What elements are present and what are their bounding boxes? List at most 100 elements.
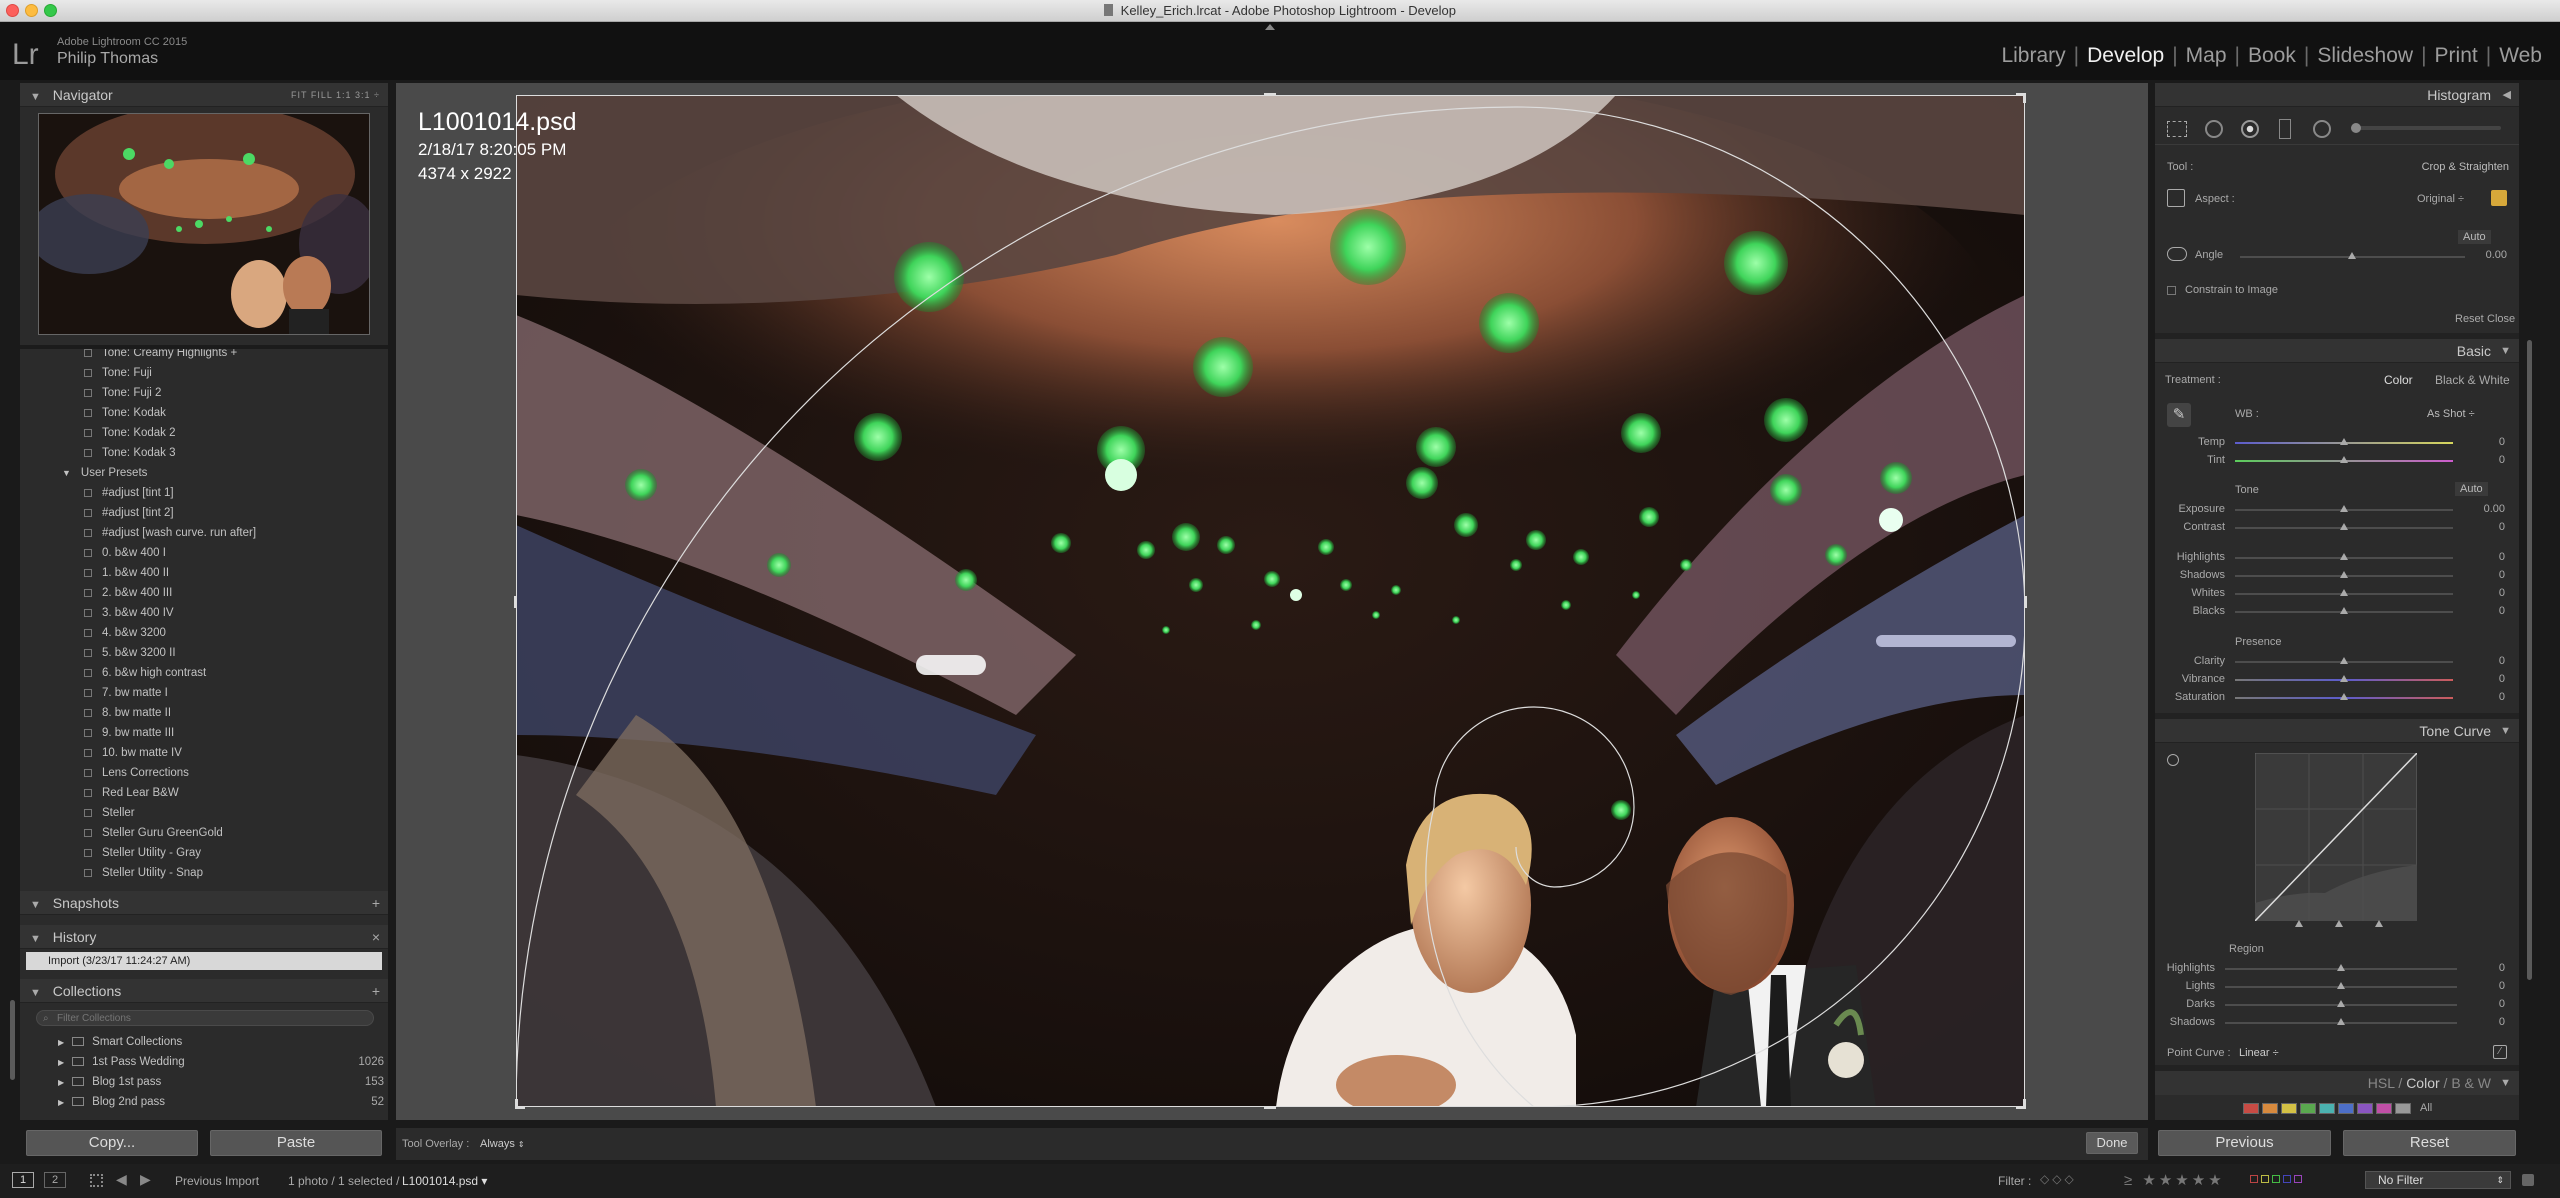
slider-knob[interactable] <box>2337 964 2345 971</box>
crop-aspect-icon[interactable] <box>2167 189 2185 207</box>
preset-item[interactable]: Tone: Fuji <box>84 363 152 383</box>
minimize-window-button[interactable] <box>25 4 38 17</box>
curve-lights-value[interactable]: 0 <box>2481 980 2505 992</box>
curve-split-handle[interactable] <box>2295 920 2303 927</box>
red-eye-icon[interactable] <box>2241 120 2259 138</box>
bw-tab[interactable]: B & W <box>2451 1075 2491 1091</box>
slider-knob[interactable] <box>2337 1018 2345 1025</box>
hsl-header[interactable]: HSL / Color / B & W ▼ <box>2155 1071 2519 1095</box>
preset-item[interactable]: Steller Utility - Snap <box>84 863 203 883</box>
close-window-button[interactable] <box>6 4 19 17</box>
module-print[interactable]: Print <box>2427 44 2486 68</box>
collection-item[interactable]: ▶ Blog 2nd pass 52 <box>58 1092 384 1112</box>
add-snapshot-button[interactable]: + <box>372 891 380 915</box>
slider-knob[interactable] <box>2340 505 2348 512</box>
crop-handle-bottom[interactable] <box>1264 1106 1276 1109</box>
highlights-value[interactable]: 0 <box>2481 551 2505 563</box>
aspect-lock-icon[interactable] <box>2491 190 2507 206</box>
crop-handle-top[interactable] <box>1264 93 1276 96</box>
done-button[interactable]: Done <box>2086 1132 2138 1154</box>
page-1-button[interactable]: 1 <box>12 1172 34 1188</box>
collection-item[interactable]: ▶ Smart Collections <box>58 1032 384 1052</box>
history-item[interactable]: Import (3/23/17 11:24:27 AM) <box>26 952 382 970</box>
slider-knob[interactable] <box>2340 589 2348 596</box>
preset-item[interactable]: #adjust [tint 2] <box>84 503 174 523</box>
preset-item[interactable]: 1. b&w 400 II <box>84 563 169 583</box>
previous-button[interactable]: Previous <box>2158 1130 2331 1156</box>
curve-highlights-value[interactable]: 0 <box>2481 962 2505 974</box>
slider-knob[interactable] <box>2348 252 2356 259</box>
crop-close-button[interactable]: Close <box>2487 313 2515 325</box>
treatment-color[interactable]: Color <box>2384 373 2413 387</box>
edit-point-curve-icon[interactable]: ⁄ <box>2493 1045 2507 1059</box>
straighten-icon[interactable] <box>2167 247 2187 261</box>
preset-item[interactable]: 7. bw matte I <box>84 683 168 703</box>
swatch-green[interactable] <box>2300 1103 2316 1114</box>
tool-overlay-select[interactable]: Always ⇕ <box>480 1138 525 1150</box>
collections-filter[interactable]: ⌕ <box>36 1010 374 1026</box>
slider-knob[interactable] <box>2337 982 2345 989</box>
white-balance-picker-icon[interactable]: ✎ <box>2167 403 2191 427</box>
filter-lock-icon[interactable] <box>2522 1174 2534 1186</box>
history-header[interactable]: ▼ History × <box>20 925 388 949</box>
preset-item[interactable]: Steller Guru GreenGold <box>84 823 223 843</box>
crop-handle-top-right[interactable] <box>2016 93 2026 103</box>
back-arrow-icon[interactable]: ◀ <box>116 1171 127 1188</box>
slider-knob[interactable] <box>2340 553 2348 560</box>
constrain-checkbox[interactable] <box>2167 286 2176 295</box>
curve-highlights-slider[interactable] <box>2225 964 2457 971</box>
preset-item[interactable]: Steller Utility - Gray <box>84 843 201 863</box>
rating-filter-stars[interactable]: ≥ ★★★★★ <box>2124 1171 2225 1189</box>
slider-knob[interactable] <box>2340 607 2348 614</box>
left-panel-scrollbar[interactable] <box>10 1000 15 1080</box>
reset-button[interactable]: Reset <box>2343 1130 2516 1156</box>
shadows-slider[interactable] <box>2235 571 2453 578</box>
contrast-value[interactable]: 0 <box>2481 521 2505 533</box>
target-adjustment-icon[interactable] <box>2167 754 2179 766</box>
color-tab[interactable]: Color <box>2406 1075 2439 1091</box>
slider-knob[interactable] <box>2340 523 2348 530</box>
temp-slider[interactable] <box>2235 438 2453 445</box>
collection-item[interactable]: ▶ 1st Pass Wedding 1026 <box>58 1052 384 1072</box>
preset-item[interactable]: Tone: Kodak 2 <box>84 423 176 443</box>
add-collection-button[interactable]: + <box>372 979 380 1003</box>
swatch-all[interactable] <box>2395 1103 2411 1114</box>
curve-darks-slider[interactable] <box>2225 1000 2457 1007</box>
aspect-select[interactable]: Original ÷ <box>2417 193 2464 205</box>
preset-item[interactable]: Tone: Kodak <box>84 403 166 423</box>
vibrance-slider[interactable] <box>2235 675 2453 682</box>
crop-handle-right[interactable] <box>2024 596 2027 608</box>
preset-item[interactable]: #adjust [tint 1] <box>84 483 174 503</box>
curve-split-handle[interactable] <box>2375 920 2383 927</box>
collections-header[interactable]: ▼ Collections + <box>20 979 388 1003</box>
slider-knob[interactable] <box>2340 657 2348 664</box>
grid-view-icon[interactable] <box>90 1174 103 1187</box>
blacks-value[interactable]: 0 <box>2481 605 2505 617</box>
swatch-magenta[interactable] <box>2376 1103 2392 1114</box>
tone-curve-header[interactable]: Tone Curve ▼ <box>2155 719 2519 743</box>
source-label[interactable]: Previous Import <box>175 1174 259 1188</box>
curve-shadows-slider[interactable] <box>2225 1018 2457 1025</box>
preset-item[interactable]: 10. bw matte IV <box>84 743 182 763</box>
blacks-slider[interactable] <box>2235 607 2453 614</box>
slider-knob[interactable] <box>2340 675 2348 682</box>
forward-arrow-icon[interactable]: ▶ <box>140 1171 151 1188</box>
adjustment-brush-icon[interactable] <box>2351 126 2501 130</box>
crop-tool-icon[interactable] <box>2167 121 2187 137</box>
flag-filter-icons[interactable]: ◇◇◇ <box>2040 1172 2077 1186</box>
saturation-slider[interactable] <box>2235 693 2453 700</box>
page-2-button[interactable]: 2 <box>44 1172 66 1188</box>
top-panel-toggle-icon[interactable] <box>1265 24 1275 30</box>
paste-settings-button[interactable]: Paste <box>210 1130 382 1156</box>
highlights-slider[interactable] <box>2235 553 2453 560</box>
shadows-value[interactable]: 0 <box>2481 569 2505 581</box>
module-slideshow[interactable]: Slideshow <box>2309 44 2421 68</box>
module-web[interactable]: Web <box>2491 44 2550 68</box>
exposure-value[interactable]: 0.00 <box>2481 503 2505 515</box>
preset-item[interactable]: 6. b&w high contrast <box>84 663 206 683</box>
swatch-aqua[interactable] <box>2319 1103 2335 1114</box>
whites-slider[interactable] <box>2235 589 2453 596</box>
crop-reset-button[interactable]: Reset <box>2455 313 2484 325</box>
copy-settings-button[interactable]: Copy... <box>26 1130 198 1156</box>
tone-curve-graph[interactable] <box>2255 753 2417 921</box>
